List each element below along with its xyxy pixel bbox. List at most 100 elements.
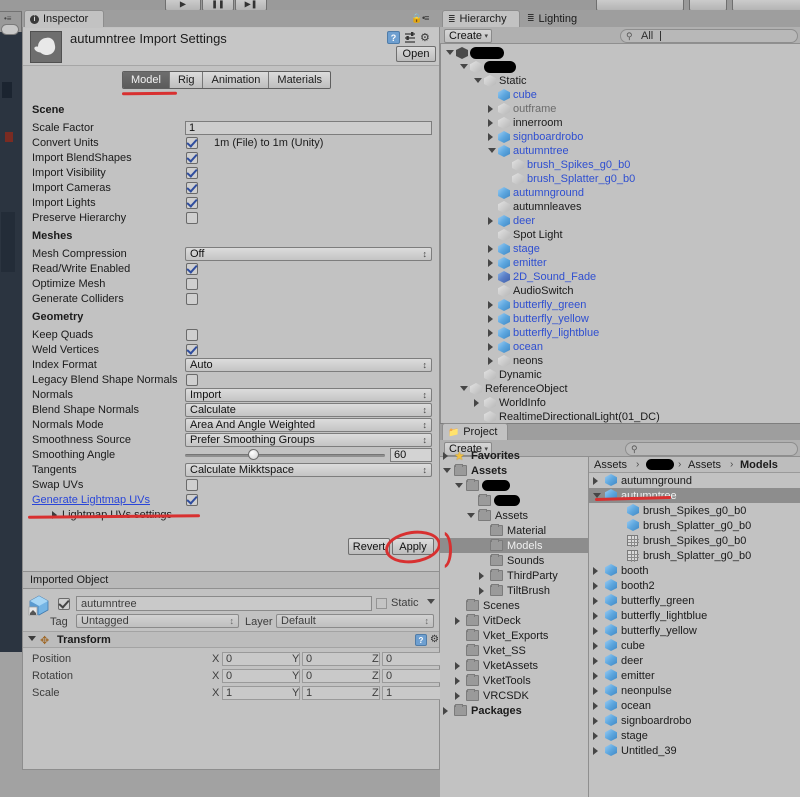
- project-asset-item[interactable]: signboardrobo: [589, 713, 800, 728]
- hierarchy-item[interactable]: autumnleaves: [440, 200, 800, 214]
- chevron-right-icon[interactable]: [488, 329, 493, 337]
- project-tree-item[interactable]: ★ Favorites: [440, 448, 588, 463]
- project-asset-item[interactable]: brush_Spikes_g0_b0: [589, 503, 800, 518]
- chevron-right-icon[interactable]: [593, 477, 598, 485]
- chevron-down-icon[interactable]: [460, 64, 468, 69]
- hierarchy-item[interactable]: butterfly_lightblue: [440, 326, 800, 340]
- transform-help-icon[interactable]: ?: [415, 634, 427, 646]
- help-icon[interactable]: ?: [387, 31, 400, 44]
- gameobject-active-checkbox[interactable]: [58, 598, 70, 610]
- hierarchy-item[interactable]: cube: [440, 88, 800, 102]
- tag-dropdown[interactable]: Untagged: [76, 614, 239, 628]
- chevron-right-icon[interactable]: [488, 217, 493, 225]
- chevron-right-icon[interactable]: [479, 587, 484, 595]
- transform-scale-y-field[interactable]: 1: [302, 686, 380, 700]
- chevron-right-icon[interactable]: [593, 732, 598, 740]
- hierarchy-item[interactable]: 2D_Sound_Fade: [440, 270, 800, 284]
- hierarchy-item[interactable]: autumnground: [440, 186, 800, 200]
- transform-foldout-icon[interactable]: [28, 636, 36, 641]
- chevron-right-icon[interactable]: [443, 452, 448, 460]
- project-tree-item[interactable]: [440, 478, 588, 493]
- hierarchy-item[interactable]: Dynamic: [440, 368, 800, 382]
- revert-button[interactable]: Revert: [348, 538, 390, 555]
- chevron-right-icon[interactable]: [488, 245, 493, 253]
- chevron-down-icon[interactable]: [455, 483, 463, 488]
- chevron-right-icon[interactable]: [474, 399, 479, 407]
- slider-value-smoothing-angle[interactable]: 60: [390, 448, 432, 462]
- checkbox-import-lights[interactable]: [186, 197, 198, 209]
- gameobject-name-field[interactable]: autumntree: [76, 596, 372, 611]
- hierarchy-item[interactable]: [440, 46, 800, 60]
- chevron-right-icon[interactable]: [593, 642, 598, 650]
- slider-track-smoothing-angle[interactable]: [185, 454, 385, 457]
- project-asset-item[interactable]: brush_Spikes_g0_b0: [589, 533, 800, 548]
- checkbox-optimize-mesh[interactable]: [186, 278, 198, 290]
- chevron-right-icon[interactable]: [488, 105, 493, 113]
- project-asset-item[interactable]: stage: [589, 728, 800, 743]
- chevron-right-icon[interactable]: [593, 612, 598, 620]
- transform-position-y-field[interactable]: 0: [302, 652, 380, 666]
- layer-dropdown[interactable]: Default: [276, 614, 434, 628]
- project-tree-item[interactable]: ThirdParty: [440, 568, 588, 583]
- scene-view-menu-icon[interactable]: •≡: [4, 14, 16, 23]
- project-asset-item[interactable]: ocean: [589, 698, 800, 713]
- project-asset-item[interactable]: neonpulse: [589, 683, 800, 698]
- tab-hierarchy[interactable]: ≣ Hierarchy: [442, 10, 520, 27]
- dropdown-normals-mode[interactable]: Area And Angle Weighted: [185, 418, 432, 432]
- checkbox-swap-uvs[interactable]: [186, 479, 198, 491]
- project-tree-item[interactable]: Models: [440, 538, 588, 553]
- chevron-down-icon[interactable]: [460, 386, 468, 391]
- chevron-right-icon[interactable]: [593, 657, 598, 665]
- dropdown-smoothness-source[interactable]: Prefer Smoothing Groups: [185, 433, 432, 447]
- dropdown-normals[interactable]: Import: [185, 388, 432, 402]
- transform-gear-icon[interactable]: ⚙: [430, 634, 439, 645]
- project-tree-item[interactable]: Sounds: [440, 553, 588, 568]
- chevron-down-icon[interactable]: [446, 50, 454, 55]
- transform-rotation-x-field[interactable]: 0: [222, 669, 300, 683]
- checkbox-convert-units[interactable]: [186, 137, 198, 149]
- chevron-right-icon[interactable]: [455, 662, 460, 670]
- hierarchy-item[interactable]: RealtimeDirectionalLight(01_DC): [440, 410, 800, 424]
- hierarchy-item[interactable]: emitter: [440, 256, 800, 270]
- tab-project[interactable]: 📁 Project: [442, 423, 508, 440]
- hierarchy-item[interactable]: autumntree: [440, 144, 800, 158]
- hierarchy-item[interactable]: outframe: [440, 102, 800, 116]
- chevron-right-icon[interactable]: [593, 747, 598, 755]
- project-tree-item[interactable]: Scenes: [440, 598, 588, 613]
- project-tree-item[interactable]: VRCSDK: [440, 688, 588, 703]
- chevron-right-icon[interactable]: [443, 707, 448, 715]
- scene-view-control-pill[interactable]: [1, 24, 19, 35]
- checkbox-keep-quads[interactable]: [186, 329, 198, 341]
- transform-position-x-field[interactable]: 0: [222, 652, 300, 666]
- project-tree-item[interactable]: Vket_Exports: [440, 628, 588, 643]
- project-tree-item[interactable]: TiltBrush: [440, 583, 588, 598]
- checkbox-import-blendshapes[interactable]: [186, 152, 198, 164]
- project-asset-item[interactable]: booth: [589, 563, 800, 578]
- project-tree-item[interactable]: [440, 493, 588, 508]
- chevron-right-icon[interactable]: [488, 119, 493, 127]
- chevron-right-icon[interactable]: [593, 702, 598, 710]
- chevron-down-icon[interactable]: [467, 513, 475, 518]
- preset-icon[interactable]: [404, 31, 416, 44]
- chevron-right-icon[interactable]: [488, 301, 493, 309]
- project-search-input[interactable]: [625, 442, 798, 456]
- hierarchy-item[interactable]: ocean: [440, 340, 800, 354]
- project-tree-item[interactable]: Material: [440, 523, 588, 538]
- chevron-right-icon[interactable]: [455, 617, 460, 625]
- project-asset-item[interactable]: autumnground: [589, 473, 800, 488]
- static-checkbox[interactable]: [376, 598, 387, 609]
- lock-icon[interactable]: 🔒: [411, 13, 422, 24]
- chevron-right-icon[interactable]: [488, 357, 493, 365]
- hierarchy-item[interactable]: Spot Light: [440, 228, 800, 242]
- hierarchy-item[interactable]: neons: [440, 354, 800, 368]
- project-tree-item[interactable]: VketAssets: [440, 658, 588, 673]
- dropdown-index-format[interactable]: Auto: [185, 358, 432, 372]
- chevron-down-icon[interactable]: [443, 468, 451, 473]
- transform-rotation-y-field[interactable]: 0: [302, 669, 380, 683]
- property-label-generate-lightmap-uvs[interactable]: Generate Lightmap UVs: [32, 494, 150, 506]
- chevron-right-icon[interactable]: [593, 717, 598, 725]
- gear-icon[interactable]: ⚙: [420, 31, 430, 44]
- open-button[interactable]: Open: [396, 46, 436, 62]
- chevron-right-icon[interactable]: [479, 572, 484, 580]
- mode-tab-animation[interactable]: Animation: [203, 72, 270, 88]
